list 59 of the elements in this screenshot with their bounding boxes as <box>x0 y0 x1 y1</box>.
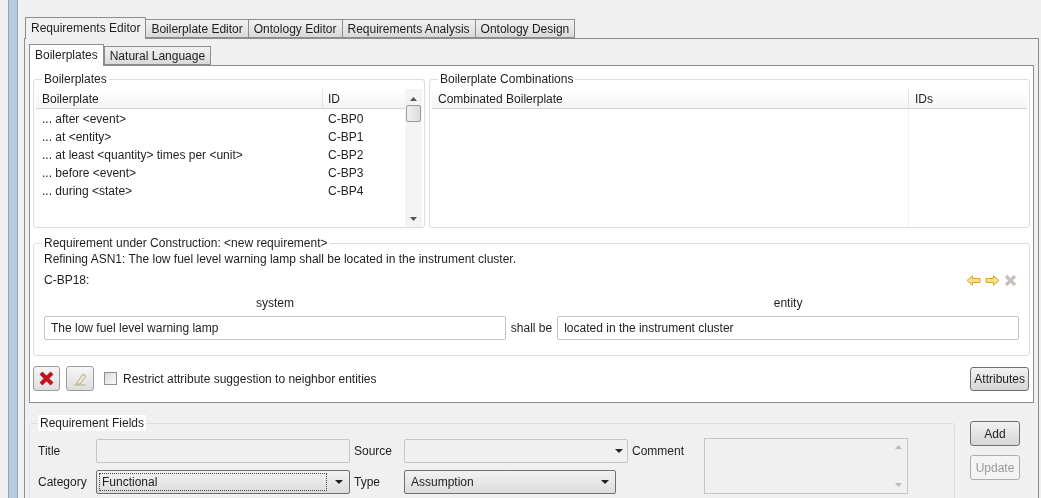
input-field[interactable]: located in the instrument cluster <box>557 316 1019 340</box>
right-arrow-icon[interactable] <box>985 274 1000 286</box>
caret-icon <box>335 479 343 484</box>
dropdown[interactable]: Assumption <box>404 469 616 494</box>
group-title: Boilerplates <box>42 71 109 87</box>
eraser-button[interactable] <box>66 366 94 391</box>
scroll-up-icon[interactable] <box>410 97 417 101</box>
field-label: Type <box>354 473 381 491</box>
field-label: Source <box>354 442 394 460</box>
column-header: Boilerplate <box>36 89 323 108</box>
tab[interactable]: Requirements Editor <box>25 17 147 39</box>
close-icon[interactable] <box>1004 273 1017 287</box>
refining-text: Refining ASN1: The low fuel level warning lamp shall be located in the instrument cluster. <box>44 251 518 268</box>
dropdown[interactable]: Functional <box>96 469 350 494</box>
table-cell-text: C-BP4 <box>327 183 365 200</box>
input-field[interactable]: The low fuel level warning lamp <box>44 316 506 340</box>
tab[interactable]: Boilerplate Editor <box>145 19 249 38</box>
action-button[interactable]: Add <box>970 421 1020 446</box>
caret-icon <box>601 479 609 484</box>
scroll-down-icon[interactable] <box>410 217 417 221</box>
table-cell-text: ... at <entity> <box>41 129 113 146</box>
table-cell-text: C-BP2 <box>327 147 365 164</box>
caret-icon <box>615 448 623 453</box>
scrollbar[interactable] <box>405 89 422 227</box>
tab[interactable]: Ontology Editor <box>247 19 343 38</box>
field-label: Category <box>38 473 88 491</box>
column-header: Combinated Boilerplate <box>432 89 909 108</box>
column-header: IDs <box>914 91 934 108</box>
left-arrow-icon[interactable] <box>966 274 981 286</box>
input-field[interactable] <box>96 438 350 463</box>
delete-button[interactable] <box>33 366 60 391</box>
table-cell-text: ... at least <quantity> times per <unit> <box>41 147 244 164</box>
boilerplate-id: C-BP18: <box>44 272 91 289</box>
tab[interactable]: Natural Language <box>103 46 212 65</box>
slot-label: system <box>254 295 295 312</box>
field-label: Comment <box>632 442 685 460</box>
eraser-icon <box>73 371 87 386</box>
table-cell-text: ... during <state> <box>41 183 134 200</box>
group-title: Requirement Fields <box>38 415 147 431</box>
dropdown[interactable] <box>404 438 628 463</box>
table-cell-text: ... after <event> <box>41 111 128 128</box>
column-header: ID <box>327 90 341 108</box>
tab[interactable]: Requirements Analysis <box>341 19 476 38</box>
tab[interactable]: Boilerplates <box>29 44 104 66</box>
table-cell-text: C-BP0 <box>327 111 365 128</box>
checkbox-label: Restrict attribute suggestion to neighbor entities <box>123 370 378 388</box>
connector-text: shall be <box>510 320 553 337</box>
tab[interactable]: Ontology Design <box>474 19 576 38</box>
slot-label: entity <box>772 295 804 312</box>
table-cell-text: ... before <event> <box>41 165 138 182</box>
table-cell-text: C-BP1 <box>327 129 365 146</box>
field-label: Title <box>38 442 62 460</box>
checkbox[interactable] <box>104 372 117 385</box>
scroll-thumb[interactable] <box>406 105 421 122</box>
group-title: Requirement under Construction: <new requirement> <box>42 235 330 251</box>
attributes-button[interactable]: Attributes <box>970 366 1029 391</box>
delete-icon <box>39 371 54 386</box>
table-cell-text: C-BP3 <box>327 165 365 182</box>
group-title: Boilerplate Combinations <box>438 71 576 87</box>
